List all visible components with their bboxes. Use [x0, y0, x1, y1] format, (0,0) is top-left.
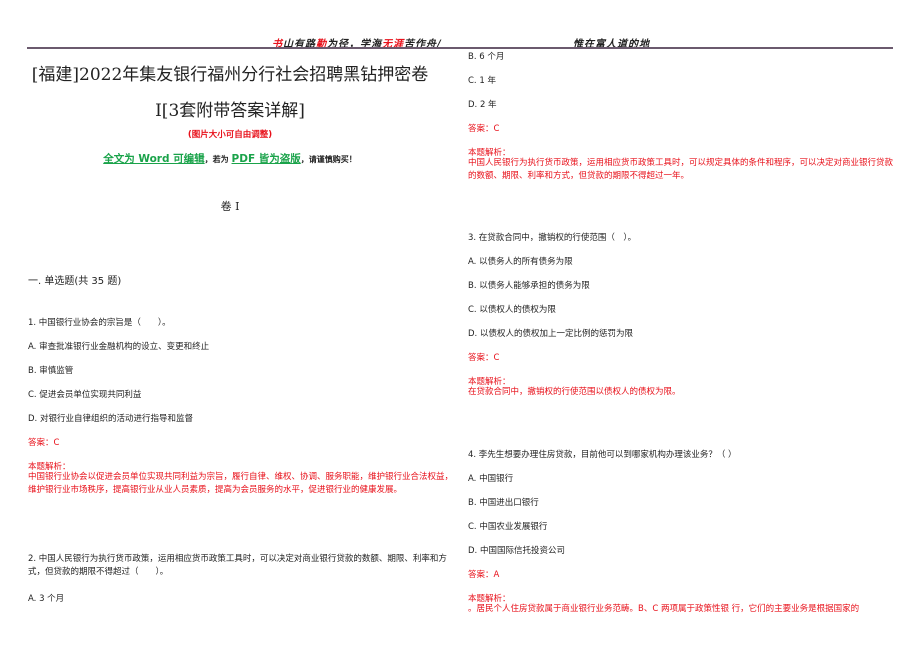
resize-note: (图片大小可自由调整) — [187, 130, 273, 140]
question-option[interactable]: B. 审慎监管 — [28, 364, 73, 376]
volume-label: 卷 I — [220, 200, 240, 213]
question-option[interactable]: C. 促进会员单位实现共同利益 — [28, 388, 141, 400]
question-option[interactable]: A. 审查批准银行业金融机构的设立、变更和终止 — [28, 340, 209, 352]
word-note-text: ，若为 — [204, 155, 229, 164]
answer-label: 答案：C — [468, 353, 500, 363]
question-option[interactable]: D. 以债权人的债权加上一定比例的惩罚为限 — [468, 327, 633, 339]
document-title-line2: I[3套附带答案详解] — [155, 101, 305, 121]
question-option[interactable]: B. 以债务人能够承担的债务为限 — [468, 279, 590, 291]
explanation-body: 中国银行业协会以促进会员单位实现共同利益为宗旨，履行自律、维权、协调、服务职能，… — [28, 472, 454, 495]
word-note-text: ，请谨慎购买！ — [300, 155, 357, 164]
header-divider-right — [460, 47, 893, 49]
word-note-piracy[interactable]: PDF 皆为盗版 — [232, 153, 301, 165]
question-option[interactable]: D. 对银行业自律组织的活动进行指导和监督 — [28, 412, 193, 424]
question-option[interactable]: A. 3 个月 — [28, 592, 64, 604]
question-option[interactable]: A. 以债务人的所有债务为限 — [468, 255, 573, 267]
answer-label: 答案：C — [28, 438, 60, 448]
question-option[interactable]: D. 2 年 — [468, 98, 497, 110]
question-option[interactable]: D. 中国国际信托投资公司 — [468, 544, 565, 556]
header-divider-left — [27, 47, 460, 49]
question-option[interactable]: A. 中国银行 — [468, 472, 513, 484]
question-stem: 3. 在贷款合同中，撤销权的行使范围（ ）。 — [468, 233, 637, 243]
word-edit-note: 全文为 Word 可编辑，若为 PDF 皆为盗版，请谨慎购买！ — [0, 151, 460, 166]
document-title-line1: [福建]2022年集友银行福州分行社会招聘黑钻押密卷 — [31, 65, 429, 85]
question-option[interactable]: C. 中国农业发展银行 — [468, 520, 547, 532]
explanation-body: 在贷款合同中，撤销权的行使范围以债权人的债权为限。 — [468, 387, 681, 397]
answer-label: 答案：A — [468, 570, 500, 580]
explanation-body: 中国人民银行为执行货币政策，运用相应货币政策工具时，可以规定具体的条件和程序，可… — [468, 158, 894, 181]
answer-label: 答案：C — [468, 124, 500, 134]
question-option[interactable]: C. 1 年 — [468, 74, 496, 86]
question-stem: 2. 中国人民银行为执行货币政策，运用相应货币政策工具时，可以决定对商业银行贷款… — [28, 554, 447, 577]
word-note-editable[interactable]: 全文为 Word 可编辑 — [103, 153, 204, 165]
question-stem: 4. 李先生想要办理住房贷款，目前他可以到哪家机构办理该业务？（ ） — [468, 450, 737, 460]
explanation-body: 。居民个人住房贷款属于商业银行业务范畴。B、C 两项属于政策性银 行，它们的主要… — [468, 604, 860, 614]
question-option[interactable]: C. 以债权人的债权为限 — [468, 303, 556, 315]
question-option[interactable]: B. 6 个月 — [468, 50, 504, 62]
question-stem: 1. 中国银行业协会的宗旨是（ ）。 — [28, 318, 171, 328]
question-option[interactable]: B. 中国进出口银行 — [468, 496, 539, 508]
section-label: 一. 单选题(共 35 题) — [28, 276, 122, 287]
